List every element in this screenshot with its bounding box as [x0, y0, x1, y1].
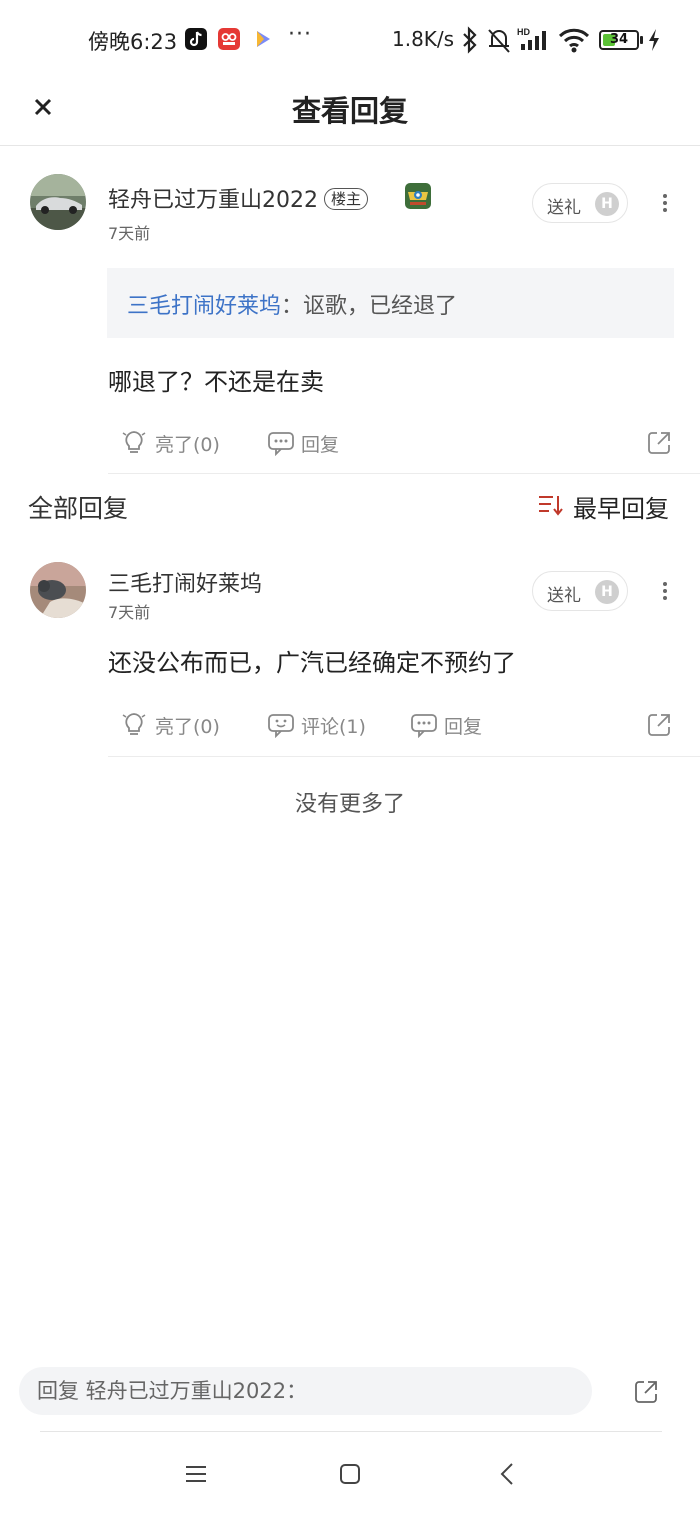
- battery-indicator: 34: [599, 30, 639, 50]
- medal-icon: [404, 182, 432, 210]
- sort-icon: [539, 496, 563, 516]
- all-replies-title: 全部回复: [28, 494, 129, 523]
- svg-text:HD: HD: [517, 27, 530, 37]
- quote-author[interactable]: 三毛打闹好莱坞: [127, 294, 281, 319]
- quote-text: 讴歌，已经退了: [303, 294, 458, 319]
- reply-button[interactable]: 回复: [410, 710, 500, 740]
- share-icon[interactable]: [632, 1378, 660, 1406]
- divider: [40, 1431, 662, 1432]
- status-time: 傍晚6:23: [88, 30, 178, 54]
- tiktok-app-icon: [185, 28, 207, 50]
- signal-icon: HD: [517, 27, 546, 50]
- reply-input[interactable]: [19, 1367, 592, 1415]
- coin-icon: H: [595, 192, 619, 216]
- reply-button[interactable]: 回复: [267, 428, 357, 458]
- mute-bell-icon: [488, 29, 510, 53]
- back-icon[interactable]: [496, 1462, 520, 1486]
- op-badge: 楼主: [324, 188, 369, 210]
- more-options-icon[interactable]: [655, 188, 675, 218]
- reply-username[interactable]: 三毛打闹好莱坞: [108, 566, 262, 598]
- like-button[interactable]: 亮了(0): [121, 428, 241, 458]
- share-icon[interactable]: [645, 429, 673, 457]
- reply-bubble-icon: [411, 714, 437, 738]
- sort-button[interactable]: 最早回复: [537, 489, 677, 523]
- page-title: 查看回复: [291, 94, 408, 128]
- avatar[interactable]: [30, 174, 86, 230]
- status-bar: 傍晚6:23 ··· 1.8K/s HD 34: [0, 0, 700, 80]
- play-store-icon: [252, 28, 274, 50]
- post-body: 哪退了？不还是在卖: [108, 368, 324, 396]
- comment-bubble-icon: [268, 714, 294, 738]
- reply-time: 7天前: [108, 603, 151, 622]
- divider: [108, 756, 700, 757]
- reply-body: 还没公布而已，广汽已经确定不预约了: [108, 649, 516, 677]
- charging-icon: [649, 29, 659, 51]
- divider: [108, 473, 700, 474]
- quoted-comment[interactable]: 三毛打闹好莱坞：讴歌，已经退了: [107, 268, 674, 338]
- no-more-text: 没有更多了: [294, 792, 405, 817]
- network-speed: 1.8K/s: [392, 27, 455, 51]
- post-time: 7天前: [108, 224, 151, 243]
- gift-button[interactable]: 送礼 H: [532, 183, 628, 223]
- wifi-icon: [558, 28, 590, 53]
- gift-button[interactable]: 送礼 H: [532, 571, 628, 611]
- menu-icon[interactable]: [184, 1462, 208, 1486]
- more-options-icon[interactable]: [655, 576, 675, 606]
- share-icon[interactable]: [645, 711, 673, 739]
- reply-bubble-icon: [268, 432, 294, 456]
- coin-icon: H: [595, 580, 619, 604]
- system-nav-bar: [0, 1440, 700, 1516]
- top-header: 查看回复: [0, 80, 700, 146]
- lightbulb-icon: [122, 713, 146, 735]
- comment-button[interactable]: 评论(1): [267, 710, 387, 740]
- post-username[interactable]: 轻舟已过万重山2022 楼主: [108, 182, 369, 214]
- lightbulb-icon: [122, 431, 146, 453]
- home-icon[interactable]: [338, 1462, 362, 1486]
- bluetooth-icon: [463, 26, 477, 54]
- status-more-dots: ···: [288, 22, 312, 47]
- video-app-icon: [218, 28, 240, 50]
- avatar[interactable]: [30, 562, 86, 618]
- like-button[interactable]: 亮了(0): [121, 710, 241, 740]
